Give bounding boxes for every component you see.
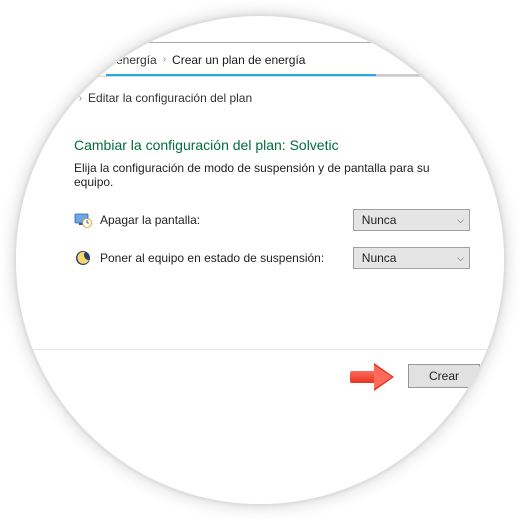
setting-label-text: Poner al equipo en estado de suspensión: bbox=[100, 251, 324, 265]
page-subtitle: Elija la configuración de modo de suspen… bbox=[74, 161, 470, 189]
breadcrumb-segment[interactable]: Editar la configuración del plan bbox=[88, 91, 252, 105]
monitor-clock-icon bbox=[74, 211, 92, 229]
moon-icon bbox=[74, 249, 92, 267]
dropdown-value: Nunca bbox=[362, 213, 397, 227]
chevron-right-icon: › bbox=[163, 54, 166, 65]
divider bbox=[16, 349, 504, 350]
chevron-down-icon: ⌵ bbox=[457, 253, 464, 264]
breadcrumb: a › Editar la configuración del plan bbox=[16, 77, 504, 119]
content-area: a › Editar la configuración del plan Cam… bbox=[16, 77, 504, 504]
setting-sleep: Poner al equipo en estado de suspensión:… bbox=[74, 247, 470, 269]
setting-display-off: Apagar la pantalla: Nunca ⌵ bbox=[74, 209, 470, 231]
page-title: Cambiar la configuración del plan: Solve… bbox=[74, 137, 470, 153]
create-button[interactable]: Crear bbox=[408, 364, 480, 388]
annotation-arrow-icon bbox=[350, 363, 396, 389]
dropdown-value: Nunca bbox=[362, 251, 397, 265]
display-off-dropdown[interactable]: Nunca ⌵ bbox=[353, 209, 470, 231]
chevron-down-icon: ⌵ bbox=[457, 215, 464, 226]
breadcrumb-segment[interactable]: a bbox=[66, 91, 73, 105]
sleep-dropdown[interactable]: Nunca ⌵ bbox=[353, 247, 470, 269]
chevron-right-icon: › bbox=[79, 93, 82, 104]
breadcrumb-segment[interactable]: energía bbox=[116, 53, 157, 67]
setting-label-text: Apagar la pantalla: bbox=[100, 213, 200, 227]
breadcrumb-segment[interactable]: Crear un plan de energía bbox=[172, 53, 305, 67]
address-bar[interactable]: energía › Crear un plan de energía bbox=[16, 43, 504, 77]
